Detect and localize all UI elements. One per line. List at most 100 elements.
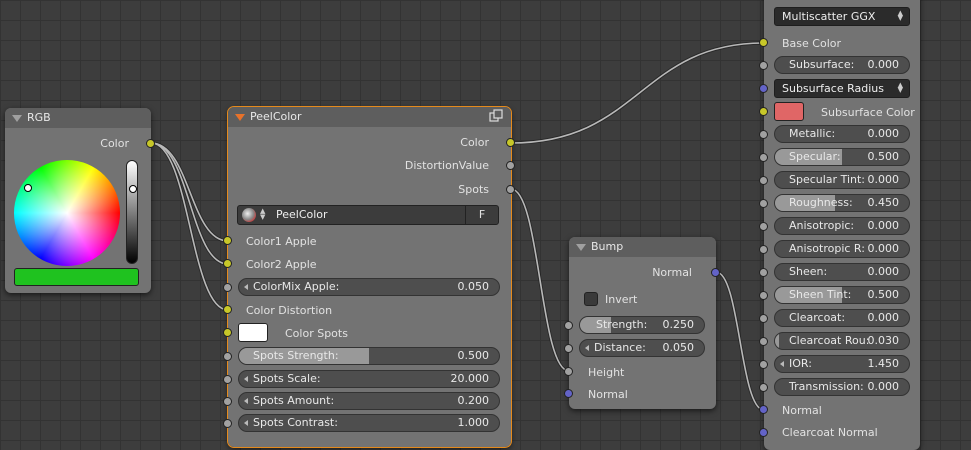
principled-bsdf-node[interactable]: Multiscatter GGX ▲ ▼ Base Color Subsurfac… [759, 0, 920, 450]
spots-contrast-field[interactable]: Spots Contrast: 1.000 [238, 414, 500, 432]
specular-slider[interactable]: Specular: 0.500 [774, 148, 910, 166]
collapse-triangle-icon[interactable] [576, 244, 586, 251]
rgb-node-header[interactable]: RGB [5, 108, 151, 128]
value-slider-handle[interactable] [129, 185, 137, 193]
group-name-field[interactable]: PeelColor [276, 206, 328, 224]
bump-node-header[interactable]: Bump [569, 237, 716, 257]
decrement-arrow-icon[interactable] [244, 376, 248, 382]
roughness-label: Roughness: [789, 196, 853, 209]
distribution-dropdown[interactable]: Multiscatter GGX ▲ ▼ [774, 7, 910, 26]
peelcolor-node[interactable]: PeelColor Color DistortionValue Spots ▲ ▼… [223, 106, 515, 448]
spots-strength-value: 0.500 [457, 349, 490, 362]
anisotropic-rotation-slider[interactable]: Anisotropic R: 0.000 [774, 240, 910, 258]
subsurface-slider[interactable]: Subsurface: 0.000 [774, 56, 910, 74]
peel-output-distortion-socket[interactable] [506, 161, 515, 170]
value-slider[interactable] [126, 160, 138, 264]
bump-normal-input-socket[interactable] [564, 389, 573, 398]
collapse-triangle-icon[interactable] [12, 115, 22, 122]
nodetree-browse-icon[interactable] [242, 208, 256, 222]
rgb-node[interactable]: RGB Color [5, 108, 155, 293]
anisotropic-value: 0.000 [867, 219, 900, 232]
subsurface-color-socket[interactable] [759, 107, 768, 116]
anisotropic-slider[interactable]: Anisotropic: 0.000 [774, 217, 910, 235]
peel-output-color-socket[interactable] [506, 138, 515, 147]
decrement-arrow-icon[interactable] [780, 361, 784, 367]
spots-scale-field[interactable]: Spots Scale: 20.000 [238, 370, 500, 388]
subsurface-color-swatch[interactable] [774, 102, 804, 121]
bump-output-normal-socket[interactable] [711, 268, 720, 277]
param-socket-anisotropic-rotation[interactable] [759, 245, 768, 254]
sheen-slider[interactable]: Sheen: 0.000 [774, 263, 910, 281]
spots-amount-socket[interactable] [223, 397, 232, 406]
spots-amount-field[interactable]: Spots Amount: 0.200 [238, 392, 500, 410]
spots-contrast-socket[interactable] [223, 419, 232, 428]
color-distortion-socket[interactable] [223, 305, 232, 314]
param-socket-metallic[interactable] [759, 130, 768, 139]
decrement-arrow-icon[interactable] [244, 398, 248, 404]
decrement-arrow-icon[interactable] [585, 345, 589, 351]
param-socket-transmission[interactable] [759, 383, 768, 392]
fake-user-button[interactable]: F [465, 206, 498, 224]
collapse-triangle-icon[interactable] [235, 114, 245, 121]
subsurface-method-dropdown[interactable]: Subsurface Radius ▲ ▼ [774, 79, 910, 98]
metallic-slider[interactable]: Metallic: 0.000 [774, 125, 910, 143]
param-socket-sheen-tint[interactable] [759, 291, 768, 300]
distance-field[interactable]: Distance: 0.050 [579, 339, 705, 357]
peel-output-spots-socket[interactable] [506, 185, 515, 194]
height-socket[interactable] [564, 367, 573, 376]
param-socket-subsurface[interactable] [759, 61, 768, 70]
spots-strength-slider[interactable]: Spots Strength: 0.500 [238, 347, 500, 365]
node-group-icon[interactable] [489, 109, 503, 123]
bump-node[interactable]: Bump Normal Invert Strength: 0.250 Dista… [564, 237, 720, 409]
color2-label: Color2 Apple [246, 258, 317, 271]
transmission-slider[interactable]: Transmission: 0.000 [774, 378, 910, 396]
param-socket-ior[interactable] [759, 360, 768, 369]
strength-value: 0.250 [662, 318, 695, 331]
browse-updown-icon[interactable]: ▲ ▼ [260, 208, 265, 221]
spots-scale-socket[interactable] [223, 375, 232, 384]
color-spots-socket[interactable] [223, 328, 232, 337]
peelcolor-node-header[interactable]: PeelColor [228, 107, 511, 127]
param-socket-specular[interactable] [759, 153, 768, 162]
param-socket-clearcoat[interactable] [759, 314, 768, 323]
sheen-tint-slider[interactable]: Sheen Tint: 0.500 [774, 286, 910, 304]
color2-socket[interactable] [223, 259, 232, 268]
ior-slider[interactable]: IOR: 1.450 [774, 355, 910, 373]
decrement-arrow-icon[interactable] [244, 420, 248, 426]
colormix-socket[interactable] [223, 283, 232, 292]
rgb-color-swatch[interactable] [14, 268, 139, 286]
peel-output-color-label: Color [460, 136, 489, 149]
specular-tint-label: Specular Tint: [789, 173, 865, 186]
metallic-value: 0.000 [867, 127, 900, 140]
specular-tint-slider[interactable]: Specular Tint: 0.000 [774, 171, 910, 189]
param-socket-anisotropic[interactable] [759, 222, 768, 231]
param-socket-roughness[interactable] [759, 199, 768, 208]
decrement-arrow-icon[interactable] [244, 284, 248, 290]
subsurface-radius-socket[interactable] [759, 84, 768, 93]
clearcoat-label: Clearcoat: [789, 311, 846, 324]
spots-contrast-label: Spots Contrast: [253, 416, 338, 429]
roughness-slider[interactable]: Roughness: 0.450 [774, 194, 910, 212]
base-color-socket[interactable] [759, 38, 768, 47]
clearcoat-slider[interactable]: Clearcoat: 0.000 [774, 309, 910, 327]
color-spots-swatch[interactable] [238, 323, 268, 342]
param-socket-sheen[interactable] [759, 268, 768, 277]
colormix-field[interactable]: ColorMix Apple: 0.050 [238, 278, 500, 296]
param-socket-clearcoat-roughness[interactable] [759, 337, 768, 346]
group-datablock-selector[interactable]: ▲ ▼ PeelColor F [237, 205, 499, 225]
invert-checkbox[interactable] [584, 292, 598, 306]
spots-strength-socket[interactable] [223, 352, 232, 361]
strength-socket[interactable] [564, 321, 573, 330]
distance-socket[interactable] [564, 344, 573, 353]
normal-socket[interactable] [759, 405, 768, 414]
color-wheel[interactable] [14, 160, 120, 266]
color1-socket[interactable] [223, 236, 232, 245]
param-socket-specular-tint[interactable] [759, 176, 768, 185]
strength-slider[interactable]: Strength: 0.250 [579, 316, 705, 334]
clearcoat-roughness-value: 0.030 [867, 334, 900, 347]
subsurface-value: 0.000 [867, 58, 900, 71]
rgb-output-socket[interactable] [146, 139, 155, 148]
clearcoat-roughness-slider[interactable]: Clearcoat Rou: 0.030 [774, 332, 910, 350]
transmission-value: 0.000 [867, 380, 900, 393]
color-wheel-cursor[interactable] [24, 184, 32, 192]
